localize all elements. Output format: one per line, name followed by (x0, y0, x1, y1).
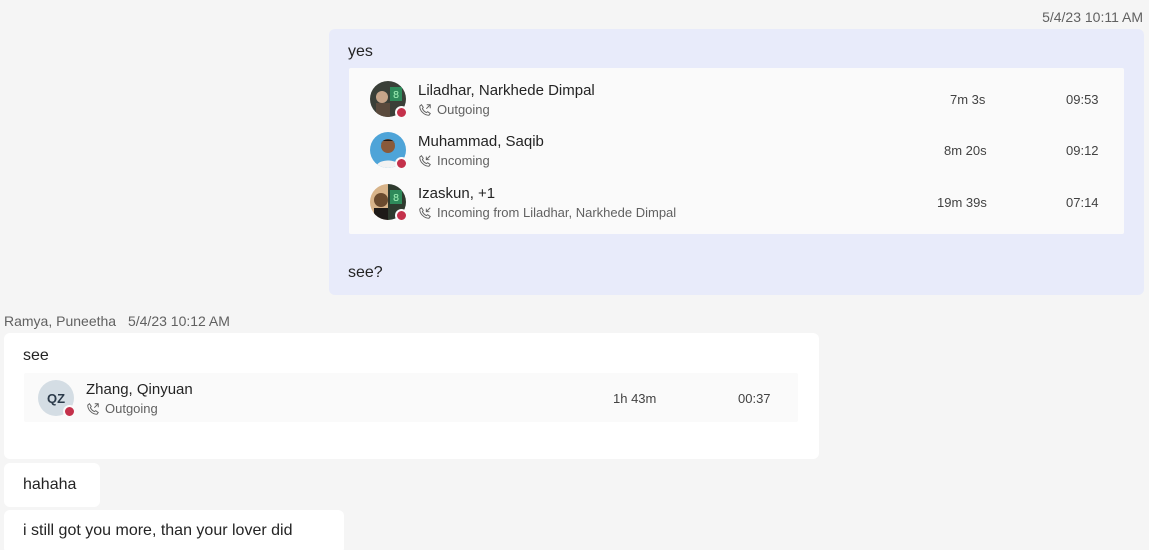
call-time: 09:53 (1066, 92, 1099, 107)
avatar: QZ (38, 380, 76, 418)
call-direction: Outgoing (418, 102, 490, 117)
received-message-bubble[interactable]: see QZ Zhang, Qinyuan Outgoing 1h 43m 00… (4, 333, 819, 459)
received-message-bubble[interactable]: hahaha (4, 463, 100, 507)
busy-status-icon (395, 157, 408, 170)
avatar: 8 (370, 184, 408, 222)
sender-name: Ramya, Puneetha (4, 313, 117, 329)
message-timestamp: 5/4/23 10:11 AM (1042, 9, 1143, 25)
call-row[interactable]: 8 Izaskun, +1 Incoming from Liladhar, Na… (349, 177, 1124, 227)
busy-status-icon (395, 106, 408, 119)
call-time: 07:14 (1066, 195, 1099, 210)
incoming-call-icon (419, 154, 431, 167)
call-direction-label: Outgoing (105, 401, 158, 416)
busy-status-icon (63, 405, 76, 418)
call-log-card[interactable]: 8 Liladhar, Narkhede Dimpal Outgoing 7m … (349, 68, 1124, 234)
my-message-bubble[interactable]: yes 8 Liladhar, Narkhede Dimpal Outgoing… (329, 29, 1144, 295)
svg-text:8: 8 (393, 90, 399, 101)
call-row[interactable]: 8 Liladhar, Narkhede Dimpal Outgoing 7m … (349, 73, 1124, 123)
call-direction: Incoming from Liladhar, Narkhede Dimpal (418, 205, 676, 220)
received-message-bubble[interactable]: i still got you more, than your lover di… (4, 510, 344, 550)
caller-name: Zhang, Qinyuan (86, 381, 193, 398)
call-row[interactable]: Muhammad, Saqib Incoming 8m 20s 09:12 (349, 125, 1124, 175)
call-row[interactable]: QZ Zhang, Qinyuan Outgoing 1h 43m 00:37 (24, 373, 798, 422)
avatar: 8 (370, 81, 408, 119)
message-text: i still got you more, than your lover di… (23, 522, 293, 539)
call-duration: 8m 20s (944, 143, 987, 158)
sender-info: Ramya, Puneetha 5/4/23 10:12 AM (4, 313, 230, 329)
call-direction-label: Outgoing (437, 102, 490, 117)
incoming-call-icon (419, 206, 431, 219)
svg-text:8: 8 (393, 193, 399, 204)
call-time: 09:12 (1066, 143, 1099, 158)
call-log-card[interactable]: QZ Zhang, Qinyuan Outgoing 1h 43m 00:37 (24, 373, 798, 422)
call-direction: Outgoing (86, 401, 158, 416)
message-text: see (23, 347, 49, 364)
message-text: see? (348, 264, 383, 281)
call-duration: 19m 39s (937, 195, 987, 210)
message-timestamp: 5/4/23 10:12 AM (127, 313, 230, 329)
caller-name: Izaskun, +1 (418, 185, 496, 202)
message-text: hahaha (23, 476, 77, 493)
call-direction-label: Incoming from Liladhar, Narkhede Dimpal (437, 205, 677, 220)
outgoing-call-icon (419, 103, 431, 116)
avatar (370, 132, 408, 170)
busy-status-icon (395, 209, 408, 222)
call-direction-label: Incoming (437, 153, 490, 168)
call-duration: 7m 3s (950, 92, 986, 107)
outgoing-call-icon (87, 402, 99, 415)
message-text: yes (348, 43, 373, 60)
call-direction: Incoming (418, 153, 490, 168)
caller-name: Liladhar, Narkhede Dimpal (418, 82, 595, 99)
caller-name: Muhammad, Saqib (418, 133, 544, 150)
call-time: 00:37 (738, 391, 771, 406)
call-duration: 1h 43m (613, 391, 657, 406)
